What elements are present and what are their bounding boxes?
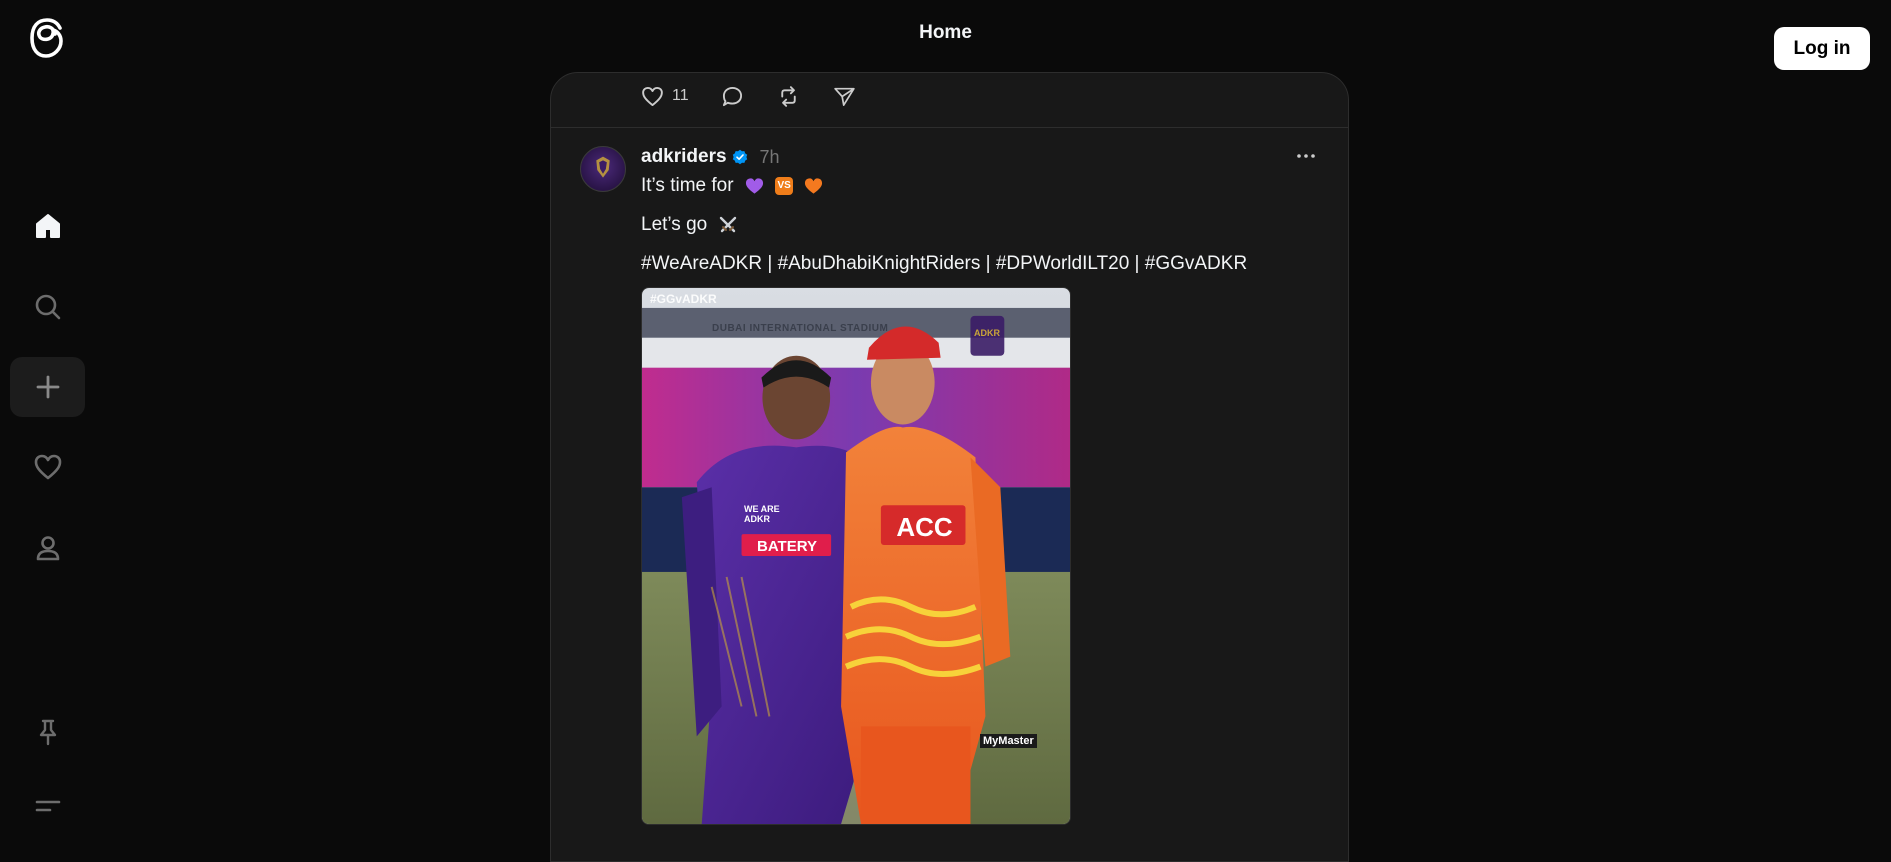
verified-badge-icon (732, 149, 747, 165)
post-text-line-1: It’s time for VS (641, 175, 823, 197)
sidebar-item-menu[interactable] (10, 776, 85, 836)
post-header: adkriders 7h (641, 145, 780, 169)
post-text-line-2: Let’s go (641, 214, 738, 236)
stadium-sign: DUBAI INTERNATIONAL STADIUM (712, 323, 889, 334)
orange-heart-icon (805, 178, 823, 194)
post-text-1: It’s time for (641, 175, 734, 196)
heart-icon (34, 454, 61, 480)
more-options-icon[interactable] (1295, 145, 1317, 167)
reply-button[interactable] (720, 84, 745, 109)
repost-button[interactable] (776, 84, 801, 109)
right-jersey-sponsor: ACC (896, 512, 953, 542)
post-hashtags[interactable]: #WeAreADKR | #AbuDhabiKnightRiders | #DP… (641, 253, 1247, 275)
vs-emoji-icon: VS (775, 176, 794, 195)
image-hashtag: #GGvADKR (650, 292, 717, 306)
like-button[interactable]: 11 (640, 84, 689, 109)
previous-post-actions: 11 (640, 82, 888, 110)
sidebar-item-create[interactable] (10, 357, 85, 417)
adkr-logo-icon (596, 156, 610, 178)
share-button[interactable] (832, 84, 857, 109)
post-image[interactable]: #GGvADKR DUBAI INTERNATIONAL STADIUM WE … (641, 287, 1071, 825)
like-count: 11 (672, 87, 689, 104)
avatar[interactable] (580, 146, 626, 192)
adkr-badge: ADKR (974, 328, 1000, 338)
user-icon (36, 536, 59, 561)
repost-icon (780, 85, 796, 107)
plus-icon (36, 375, 59, 399)
login-button[interactable]: Log in (1774, 27, 1870, 70)
post-time[interactable]: 7h (760, 147, 780, 168)
username[interactable]: adkriders (641, 146, 727, 168)
left-jersey-sponsor: BATERY (757, 538, 817, 555)
left-jersey-team-text: WE ARE ADKR (744, 504, 780, 524)
heart-icon (642, 86, 663, 106)
right-jersey-brand: MyMaster (980, 734, 1037, 748)
post-divider (551, 127, 1348, 128)
crossed-swords-icon (720, 216, 737, 233)
sidebar-item-search[interactable] (10, 277, 85, 337)
page-title: Home (919, 22, 972, 43)
sidebar-item-profile[interactable] (10, 518, 85, 578)
sidebar-item-home[interactable] (10, 196, 85, 256)
search-icon (35, 294, 60, 320)
pin-icon (39, 719, 56, 746)
sidebar-item-pinned[interactable] (10, 702, 85, 762)
menu-icon (35, 800, 60, 812)
sidebar-item-activity[interactable] (10, 437, 85, 497)
send-icon (833, 87, 855, 106)
post-text-2: Let’s go (641, 214, 708, 235)
purple-heart-icon (745, 178, 763, 194)
comment-icon (722, 86, 742, 106)
home-icon (35, 214, 60, 238)
